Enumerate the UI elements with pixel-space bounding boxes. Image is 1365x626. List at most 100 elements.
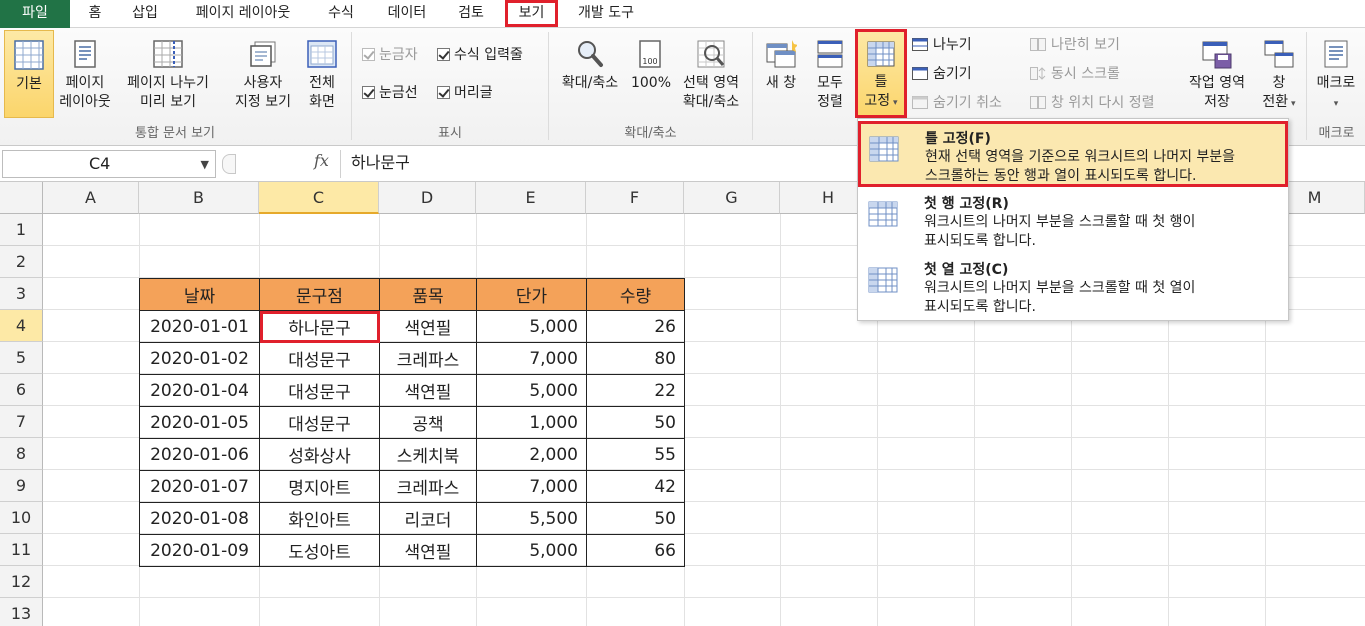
headings-checkbox[interactable]: 머리글 bbox=[437, 82, 493, 104]
cell-qty[interactable]: 80 bbox=[586, 342, 685, 375]
view-side-by-side-button[interactable]: 나란히 보기 bbox=[1030, 34, 1120, 56]
unhide-window-button[interactable]: 숨기기 취소 bbox=[912, 92, 1002, 114]
cell-date[interactable]: 2020-01-09 bbox=[139, 534, 260, 567]
cell-date[interactable]: 2020-01-05 bbox=[139, 406, 260, 439]
zoom-100-button[interactable]: 100 100% bbox=[628, 30, 674, 118]
cell-store-selected[interactable]: 하나문구 bbox=[259, 310, 380, 343]
cell-item[interactable]: 공책 bbox=[379, 406, 477, 439]
cell-store[interactable]: 명지아트 bbox=[259, 470, 380, 503]
cell-price[interactable]: 7,000 bbox=[476, 342, 587, 375]
freeze-panes-button[interactable]: 틀 고정 ▾ bbox=[855, 29, 907, 118]
row-header[interactable]: 3 bbox=[0, 278, 43, 310]
header-qty[interactable]: 수량 bbox=[586, 278, 685, 311]
ruler-checkbox[interactable]: 눈금자 bbox=[362, 44, 418, 66]
synchronous-scrolling-button[interactable]: 동시 스크롤 bbox=[1030, 63, 1120, 85]
cell-date[interactable]: 2020-01-07 bbox=[139, 470, 260, 503]
tab-view[interactable]: 보기 bbox=[505, 0, 558, 27]
cell-price[interactable]: 5,500 bbox=[476, 502, 587, 535]
cell-date[interactable]: 2020-01-02 bbox=[139, 342, 260, 375]
column-header-d[interactable]: D bbox=[379, 182, 476, 214]
cell-price[interactable]: 7,000 bbox=[476, 470, 587, 503]
header-price[interactable]: 단가 bbox=[476, 278, 587, 311]
header-store[interactable]: 문구점 bbox=[259, 278, 380, 311]
page-layout-view-button[interactable]: 페이지 레이아웃 bbox=[56, 30, 114, 118]
column-header-a[interactable]: A bbox=[43, 182, 139, 214]
cell-item[interactable]: 크레파스 bbox=[379, 470, 477, 503]
row-header[interactable]: 4 bbox=[0, 310, 43, 342]
row-header[interactable]: 11 bbox=[0, 534, 43, 566]
cell-price[interactable]: 5,000 bbox=[476, 374, 587, 407]
cell-price[interactable]: 2,000 bbox=[476, 438, 587, 471]
cell-price[interactable]: 1,000 bbox=[476, 406, 587, 439]
insert-function-icon[interactable]: fx bbox=[314, 151, 329, 170]
tab-home[interactable]: 홈 bbox=[78, 0, 112, 28]
row-header[interactable]: 9 bbox=[0, 470, 43, 502]
row-header[interactable]: 2 bbox=[0, 246, 43, 278]
tab-data[interactable]: 데이터 bbox=[376, 0, 438, 28]
name-box[interactable]: C4 ▼ bbox=[2, 150, 216, 178]
cell-item[interactable]: 크레파스 bbox=[379, 342, 477, 375]
chevron-down-icon[interactable]: ▼ bbox=[201, 152, 209, 178]
formula-bar-resize-handle[interactable] bbox=[222, 154, 236, 174]
tab-insert[interactable]: 삽입 bbox=[122, 0, 168, 28]
column-header-b[interactable]: B bbox=[139, 182, 259, 214]
cell-qty[interactable]: 50 bbox=[586, 502, 685, 535]
cell-qty[interactable]: 55 bbox=[586, 438, 685, 471]
cell-store[interactable]: 대성문구 bbox=[259, 342, 380, 375]
cell-item[interactable]: 색연필 bbox=[379, 310, 477, 343]
cell-item[interactable]: 색연필 bbox=[379, 534, 477, 567]
cell-item[interactable]: 스케치북 bbox=[379, 438, 477, 471]
arrange-all-button[interactable]: 모두 정렬 bbox=[808, 30, 852, 118]
column-header-e[interactable]: E bbox=[476, 182, 586, 214]
tab-page-layout[interactable]: 페이지 레이아웃 bbox=[180, 0, 306, 28]
reset-window-position-button[interactable]: 창 위치 다시 정렬 bbox=[1030, 92, 1155, 114]
cell-store[interactable]: 성화상사 bbox=[259, 438, 380, 471]
cell-price[interactable]: 5,000 bbox=[476, 534, 587, 567]
cell-date[interactable]: 2020-01-04 bbox=[139, 374, 260, 407]
new-window-button[interactable]: 새 창 bbox=[758, 30, 804, 118]
cell-item[interactable]: 리코더 bbox=[379, 502, 477, 535]
header-item[interactable]: 품목 bbox=[379, 278, 477, 311]
cell-date[interactable]: 2020-01-06 bbox=[139, 438, 260, 471]
menu-item-freeze-panes[interactable]: 틀 고정(F) 현재 선택 영역을 기준으로 워크시트의 나머지 부분을 스크롤하… bbox=[858, 121, 1288, 187]
row-header[interactable]: 13 bbox=[0, 598, 43, 626]
zoom-button[interactable]: 확대/축소 bbox=[554, 30, 626, 118]
menu-item-freeze-first-column[interactable]: 첫 열 고정(C) 워크시트의 나머지 부분을 스크롤할 때 첫 열이 표시되도록… bbox=[858, 253, 1288, 319]
macros-button[interactable]: 매크로 ▾ bbox=[1310, 30, 1362, 118]
split-button[interactable]: 나누기 bbox=[912, 34, 972, 56]
row-header[interactable]: 10 bbox=[0, 502, 43, 534]
cell-qty[interactable]: 22 bbox=[586, 374, 685, 407]
cell-store[interactable]: 대성문구 bbox=[259, 406, 380, 439]
hide-window-button[interactable]: 숨기기 bbox=[912, 63, 972, 85]
cell-qty[interactable]: 42 bbox=[586, 470, 685, 503]
tab-developer[interactable]: 개발 도구 bbox=[566, 0, 646, 28]
column-header-c[interactable]: C bbox=[259, 182, 379, 214]
formula-bar-checkbox[interactable]: 수식 입력줄 bbox=[437, 44, 523, 66]
row-header[interactable]: 7 bbox=[0, 406, 43, 438]
page-break-preview-button[interactable]: 페이지 나누기 미리 보기 bbox=[118, 30, 218, 118]
select-all-corner[interactable] bbox=[0, 182, 43, 214]
tab-formulas[interactable]: 수식 bbox=[318, 0, 364, 28]
tab-review[interactable]: 검토 bbox=[448, 0, 494, 28]
tab-file[interactable]: 파일 bbox=[0, 0, 70, 28]
cell-store[interactable]: 대성문구 bbox=[259, 374, 380, 407]
column-header-g[interactable]: G bbox=[684, 182, 780, 214]
custom-views-button[interactable]: 사용자 지정 보기 bbox=[228, 30, 298, 118]
header-date[interactable]: 날짜 bbox=[139, 278, 260, 311]
row-header[interactable]: 8 bbox=[0, 438, 43, 470]
cell-store[interactable]: 화인아트 bbox=[259, 502, 380, 535]
zoom-to-selection-button[interactable]: 선택 영역 확대/축소 bbox=[676, 30, 746, 118]
cell-qty[interactable]: 50 bbox=[586, 406, 685, 439]
cell-date[interactable]: 2020-01-08 bbox=[139, 502, 260, 535]
row-header[interactable]: 5 bbox=[0, 342, 43, 374]
normal-view-button[interactable]: 기본 bbox=[4, 30, 54, 118]
full-screen-button[interactable]: 전체 화면 bbox=[300, 30, 344, 118]
cell-item[interactable]: 색연필 bbox=[379, 374, 477, 407]
menu-item-freeze-top-row[interactable]: 첫 행 고정(R) 워크시트의 나머지 부분을 스크롤할 때 첫 행이 표시되도록… bbox=[858, 187, 1288, 253]
cell-store[interactable]: 도성아트 bbox=[259, 534, 380, 567]
save-workspace-button[interactable]: 작업 영역 저장 bbox=[1180, 30, 1254, 118]
cell-qty[interactable]: 66 bbox=[586, 534, 685, 567]
row-header[interactable]: 6 bbox=[0, 374, 43, 406]
switch-windows-button[interactable]: 창 전환 ▾ bbox=[1256, 30, 1302, 118]
row-header[interactable]: 1 bbox=[0, 214, 43, 246]
